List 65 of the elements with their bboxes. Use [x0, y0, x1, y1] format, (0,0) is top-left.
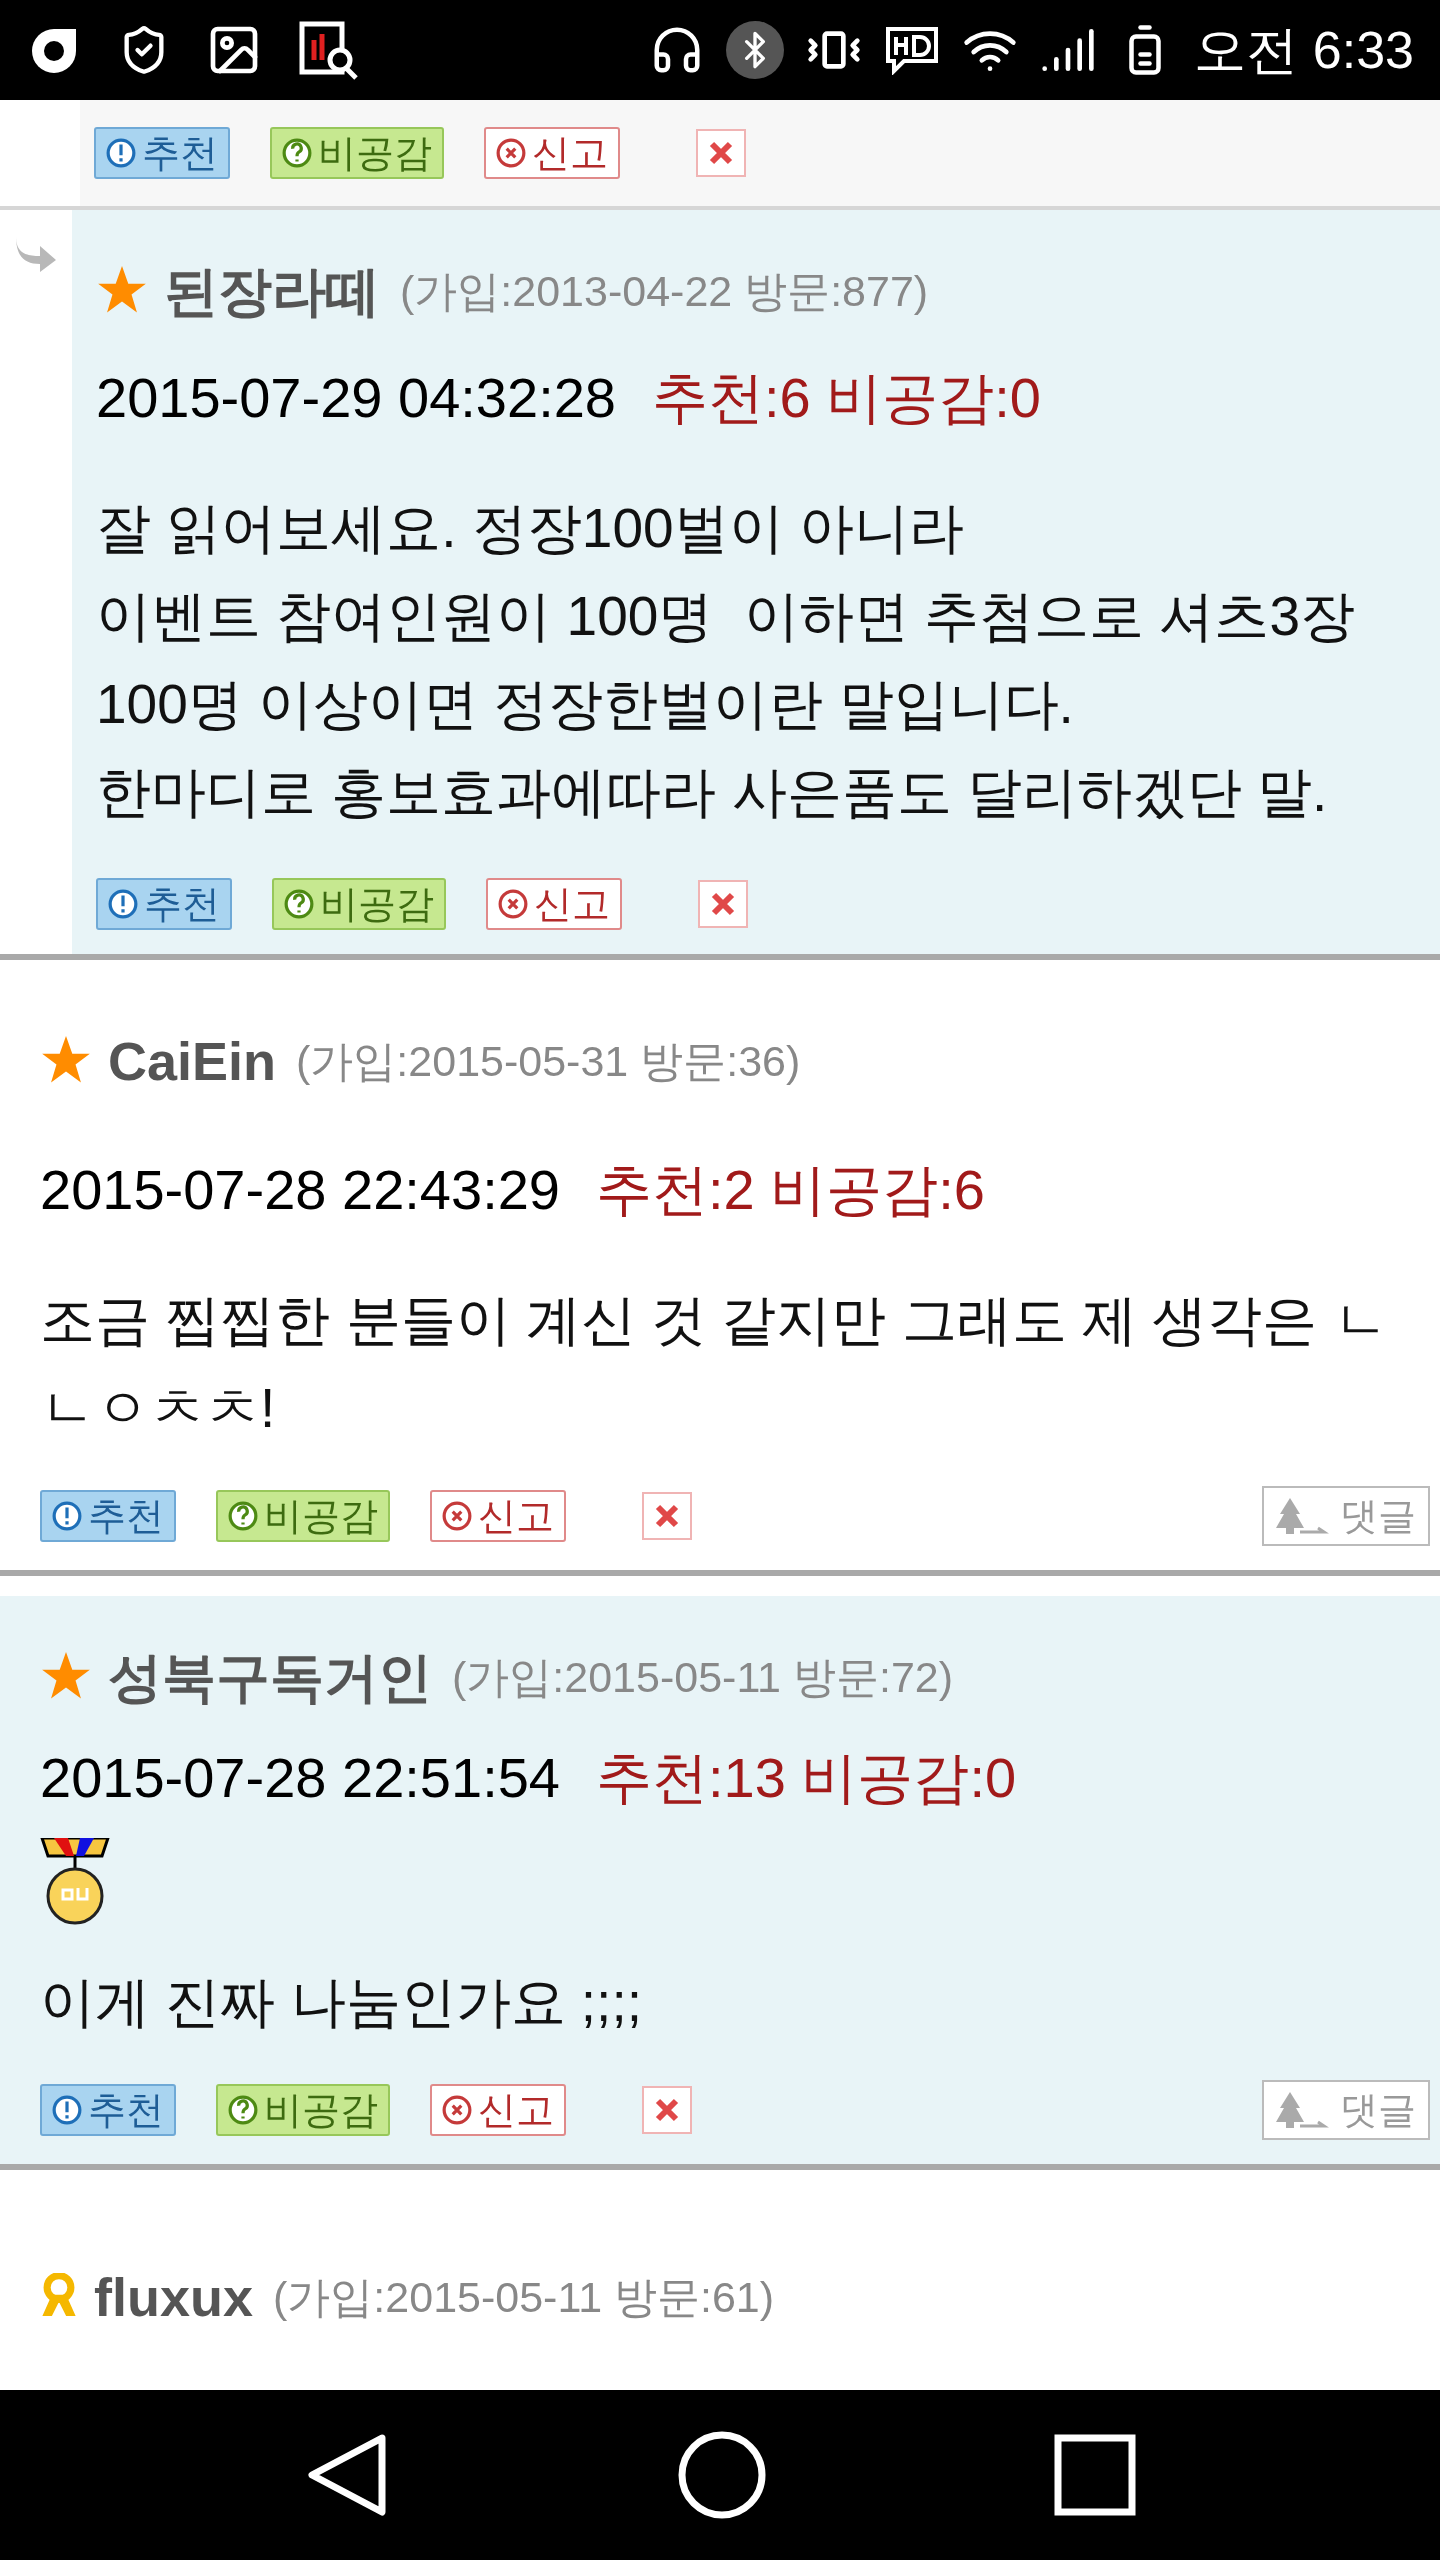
comment-text: 잘 읽어보세요. 정장100벌이 아니라: [96, 496, 965, 561]
vote-count: 추천:13 비공감:0: [596, 1750, 1017, 1806]
tree-icon: [1276, 2090, 1332, 2130]
comment-text: ㄴㅇㅊㅊ!: [40, 1376, 277, 1441]
author-info: (가입:2013-04-22 방문:877): [400, 269, 929, 313]
close-icon: [708, 140, 734, 166]
medal-icon: [40, 1838, 110, 1926]
delete-button[interactable]: [698, 880, 748, 928]
author-name: fluxux: [94, 2270, 254, 2324]
report-button[interactable]: 신고: [430, 2084, 566, 2136]
hd-icon: [884, 25, 941, 75]
reply-button[interactable]: 댓글: [1262, 1486, 1430, 1546]
author-info: (가입:2015-05-11 방문:72): [452, 1655, 954, 1699]
comment-date: 2015-07-28 22:43:29: [40, 1162, 560, 1218]
disagree-button[interactable]: 비공감: [272, 878, 446, 930]
cross-circle-icon: [496, 138, 526, 168]
delete-button[interactable]: [642, 1492, 692, 1540]
cross-circle-icon: [442, 2095, 472, 2125]
recommend-button[interactable]: 추천: [96, 878, 232, 930]
author-name: CaiEin: [108, 1034, 277, 1088]
close-icon: [654, 2097, 680, 2123]
comment-text: 조금 찝찝한 분들이 계신 것 같지만 그래도 제 생각은 ㄴ: [40, 1288, 1389, 1353]
disagree-button[interactable]: 비공감: [270, 127, 444, 179]
question-icon: [228, 1501, 258, 1531]
exclamation-icon: [52, 2095, 82, 2125]
reply-button[interactable]: 댓글: [1262, 2080, 1430, 2140]
clock: 오전 6:33: [1194, 24, 1414, 76]
close-icon: [710, 891, 736, 917]
comment-text: 100명 이상이면 정장한벌이란 말입니다.: [96, 672, 1075, 737]
recommend-button[interactable]: 추천: [40, 2084, 176, 2136]
recents-button[interactable]: [1054, 2434, 1137, 2516]
cross-circle-icon: [498, 889, 528, 919]
report-button[interactable]: 신고: [486, 878, 622, 930]
author-name: 된장라떼: [164, 264, 380, 318]
exclamation-icon: [106, 138, 136, 168]
delete-button[interactable]: [642, 2086, 692, 2134]
close-icon: [654, 1503, 680, 1529]
home-button[interactable]: [677, 2430, 767, 2520]
exclamation-icon: [108, 889, 138, 919]
cross-circle-icon: [442, 1501, 472, 1531]
delete-button[interactable]: [696, 129, 746, 177]
disagree-button[interactable]: 비공감: [216, 2084, 390, 2136]
author-name: 성북구독거인: [108, 1650, 432, 1704]
author-info: (가입:2015-05-31 방문:36): [296, 1039, 801, 1083]
tree-icon: [1276, 1496, 1332, 1536]
home-icon: [677, 2430, 767, 2520]
comment-text: 이벤트 참여인원이 100명 이하면 추첨으로 셔츠3장: [96, 584, 1357, 649]
comment-date: 2015-07-29 04:32:28: [96, 370, 616, 426]
report-button[interactable]: 신고: [484, 127, 620, 179]
recents-icon: [1054, 2434, 1137, 2516]
recommend-button[interactable]: 추천: [94, 127, 230, 179]
recommend-button[interactable]: 추천: [40, 1490, 176, 1542]
report-button[interactable]: 신고: [430, 1490, 566, 1542]
question-icon: [282, 138, 312, 168]
comment-text: 이게 진짜 나눔인가요 ;;;;: [40, 1970, 643, 2035]
comment-text: 한마디로 홍보효과에따라 사은품도 달리하겠단 말.: [96, 760, 1329, 825]
question-icon: [284, 889, 314, 919]
vote-count: 추천:2 비공감:6: [596, 1162, 985, 1218]
disagree-button[interactable]: 비공감: [216, 1490, 390, 1542]
chart-search-icon: [298, 20, 358, 80]
author-info: (가입:2015-05-11 방문:61): [273, 2275, 775, 2319]
exclamation-icon: [52, 1501, 82, 1531]
vote-count: 추천:6 비공감:0: [652, 370, 1041, 426]
question-icon: [228, 2095, 258, 2125]
comment-date: 2015-07-28 22:51:54: [40, 1750, 560, 1806]
